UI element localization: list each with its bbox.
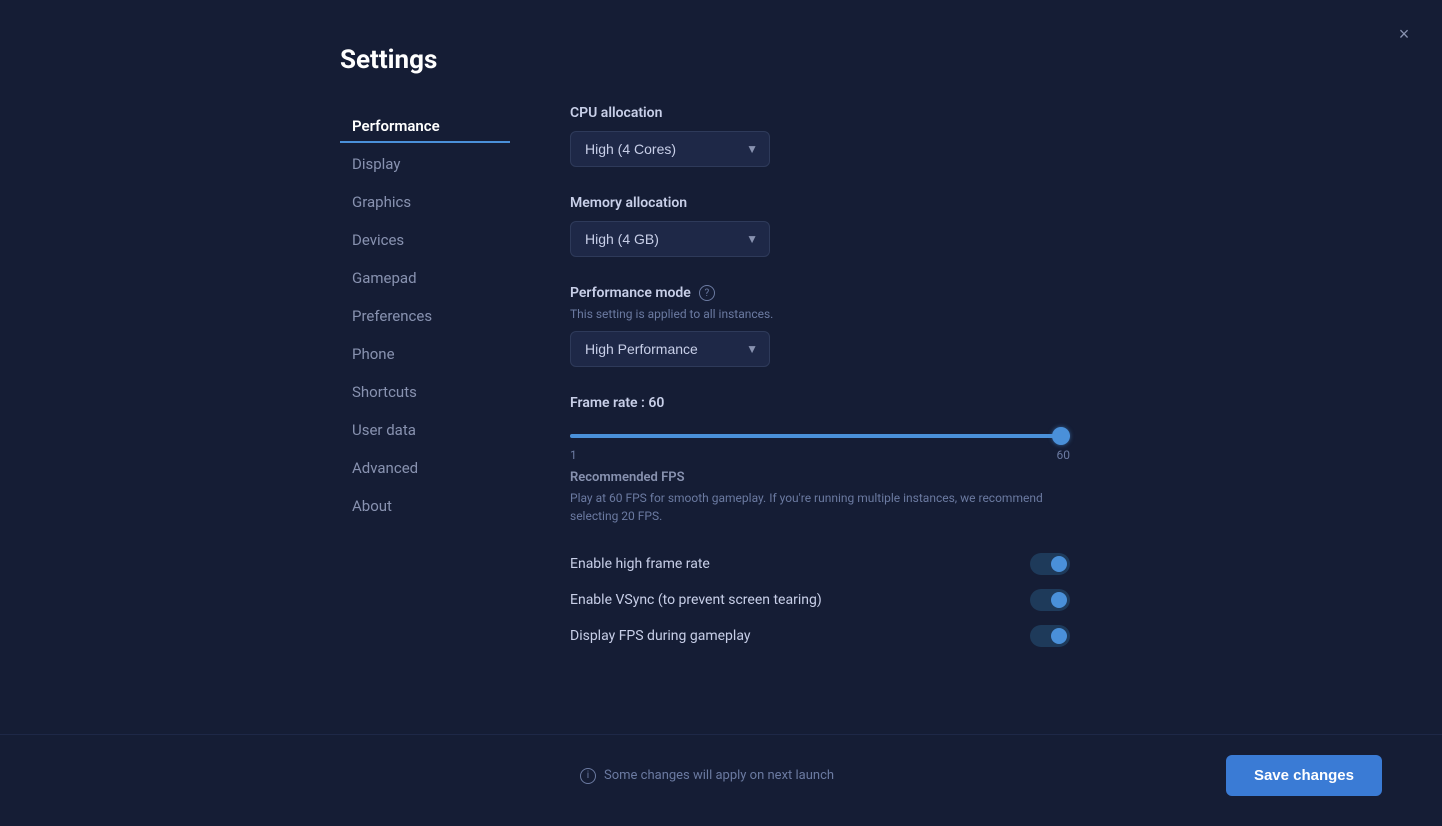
settings-title: Settings (0, 0, 1442, 105)
sidebar-item-devices[interactable]: Devices (340, 223, 510, 257)
fps-hint-title: Recommended FPS (570, 470, 1070, 485)
perf-mode-section: Performance mode ? This setting is appli… (570, 285, 1070, 367)
memory-label: Memory allocation (570, 195, 1070, 211)
slider-range-labels: 1 60 (570, 448, 1070, 462)
toggle-label-high-frame-rate: Enable high frame rate (570, 556, 710, 572)
framerate-label: Frame rate : 60 (570, 395, 1070, 411)
settings-body: Performance Display Graphics Devices Gamepad… (0, 105, 1442, 734)
toggle-row-display-fps: Display FPS during gameplay (570, 625, 1070, 647)
sidebar-item-performance[interactable]: Performance (340, 109, 510, 143)
footer: i Some changes will apply on next launch… (0, 734, 1442, 826)
fps-hint-text: Play at 60 FPS for smooth gameplay. If y… (570, 489, 1070, 525)
toggle-label-display-fps: Display FPS during gameplay (570, 628, 750, 644)
toggle-vsync[interactable] (1030, 589, 1070, 611)
sidebar-item-graphics[interactable]: Graphics (340, 185, 510, 219)
sidebar-item-shortcuts[interactable]: Shortcuts (340, 375, 510, 409)
framerate-slider-container: 1 60 (570, 423, 1070, 462)
footer-note-text: Some changes will apply on next launch (604, 768, 834, 783)
perf-mode-label-row: Performance mode ? (570, 285, 1070, 301)
cpu-label: CPU allocation (570, 105, 1070, 121)
perf-mode-select-wrapper: High Performance Balanced Power Saving ▼ (570, 331, 770, 367)
toggle-row-high-frame-rate: Enable high frame rate (570, 553, 1070, 575)
toggle-row-vsync: Enable VSync (to prevent screen tearing) (570, 589, 1070, 611)
slider-max-label: 60 (1057, 448, 1071, 462)
perf-mode-help-icon[interactable]: ? (699, 285, 715, 301)
toggles-section: Enable high frame rate Enable VSync (to p… (570, 553, 1070, 647)
cpu-select-wrapper: High (4 Cores) Medium (2 Cores) Low (1 C… (570, 131, 770, 167)
close-button[interactable]: × (1390, 20, 1418, 48)
perf-mode-label: Performance mode (570, 285, 691, 301)
sidebar-item-preferences[interactable]: Preferences (340, 299, 510, 333)
framerate-section: Frame rate : 60 1 60 Recommended FPS Pla… (570, 395, 1070, 525)
cpu-select[interactable]: High (4 Cores) Medium (2 Cores) Low (1 C… (570, 131, 770, 167)
settings-dialog: × Settings Performance Display Graphics Dev… (0, 0, 1442, 826)
perf-mode-select[interactable]: High Performance Balanced Power Saving (570, 331, 770, 367)
memory-allocation-section: Memory allocation High (4 GB) Medium (2 … (570, 195, 1070, 257)
framerate-slider[interactable] (570, 434, 1070, 438)
toggle-track-vsync (1030, 589, 1070, 611)
memory-select-wrapper: High (4 GB) Medium (2 GB) Low (1 GB) ▼ (570, 221, 770, 257)
sidebar-item-advanced[interactable]: Advanced (340, 451, 510, 485)
sidebar-item-user-data[interactable]: User data (340, 413, 510, 447)
sidebar-item-about[interactable]: About (340, 489, 510, 523)
sidebar-item-display[interactable]: Display (340, 147, 510, 181)
toggle-track-display-fps (1030, 625, 1070, 647)
save-button[interactable]: Save changes (1226, 755, 1382, 796)
toggle-high-frame-rate[interactable] (1030, 553, 1070, 575)
perf-mode-description: This setting is applied to all instances… (570, 307, 1070, 321)
sidebar: Performance Display Graphics Devices Gamepad… (340, 105, 510, 734)
sidebar-item-phone[interactable]: Phone (340, 337, 510, 371)
footer-note: i Some changes will apply on next launch (580, 768, 834, 784)
slider-min-label: 1 (570, 448, 577, 462)
sidebar-item-gamepad[interactable]: Gamepad (340, 261, 510, 295)
info-icon: i (580, 768, 596, 784)
cpu-allocation-section: CPU allocation High (4 Cores) Medium (2 … (570, 105, 1070, 167)
toggle-label-vsync: Enable VSync (to prevent screen tearing) (570, 592, 822, 608)
toggle-display-fps[interactable] (1030, 625, 1070, 647)
toggle-track-high-frame-rate (1030, 553, 1070, 575)
memory-select[interactable]: High (4 GB) Medium (2 GB) Low (1 GB) (570, 221, 770, 257)
main-content: CPU allocation High (4 Cores) Medium (2 … (510, 105, 1130, 734)
